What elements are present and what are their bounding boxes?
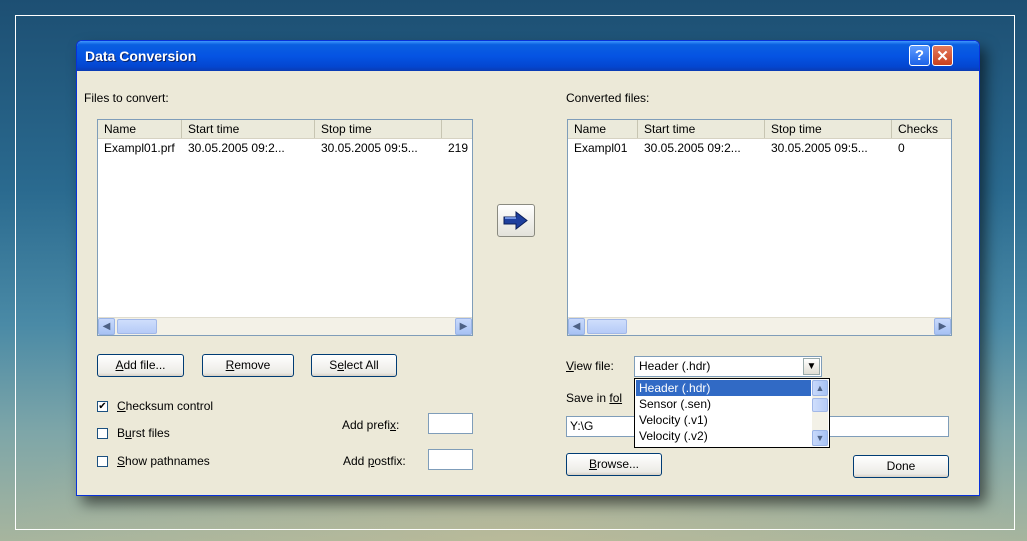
dropdown-option[interactable]: Header (.hdr) [636,380,811,396]
data-conversion-dialog: Data Conversion ? ✕ Files to convert: Na… [76,40,980,496]
column-header-name[interactable]: Name [98,120,182,138]
column-header-checks[interactable]: Checks [892,120,951,138]
view-file-value: Header (.hdr) [639,359,711,373]
scroll-thumb[interactable] [117,319,157,334]
checkbox-label: Burst files [117,426,170,440]
column-header-start-time[interactable]: Start time [182,120,315,138]
done-button[interactable]: Done [853,455,949,478]
checkbox-label: Checksum control [117,399,214,413]
add-file-button[interactable]: Add file... [97,354,184,377]
view-file-dropdown-list[interactable]: Header (.hdr) Sensor (.sen) Velocity (.v… [634,378,830,448]
dropdown-option[interactable]: Velocity (.v2) [636,428,811,444]
view-file-select[interactable]: Header (.hdr) ▼ [634,356,822,377]
column-header-extra[interactable] [442,120,472,138]
cell-name: Exampl01 [574,141,628,155]
list-header: Name Start time Stop time Checks [568,120,951,139]
window-title: Data Conversion [85,48,197,64]
dropdown-scrollbar[interactable]: ▲ ▼ [812,380,828,446]
horizontal-scrollbar[interactable]: ◀ ▶ [98,317,472,335]
list-header: Name Start time Stop time [98,120,472,139]
scroll-left-icon: ◀ [572,321,581,332]
scroll-thumb[interactable] [812,398,828,412]
chevron-down-icon: ▼ [815,433,825,443]
files-to-convert-label: Files to convert: [84,91,169,105]
cell-checks: 0 [898,141,905,155]
checkbox-box[interactable]: ✔ [97,401,108,412]
converted-files-list[interactable]: Name Start time Stop time Checks Exampl0… [567,119,952,336]
scroll-right-button[interactable]: ▶ [455,318,472,335]
convert-button[interactable] [497,204,535,237]
cell-name: Exampl01.prf [104,141,175,155]
scroll-right-icon: ▶ [938,321,947,332]
view-file-dropdown-button[interactable]: ▼ [803,358,820,375]
cell-stop-time: 30.05.2005 09:5... [321,141,418,155]
add-postfix-label: Add postfix: [343,454,406,468]
scroll-down-button[interactable]: ▼ [812,430,828,446]
checkbox-box[interactable] [97,456,108,467]
chevron-up-icon: ▲ [815,383,825,393]
arrow-right-icon [503,210,528,231]
remove-button[interactable]: Remove [202,354,294,377]
cell-start-time: 30.05.2005 09:2... [644,141,741,155]
cell-stop-time: 30.05.2005 09:5... [771,141,868,155]
view-file-label: View file: [566,359,614,373]
scroll-right-button[interactable]: ▶ [934,318,951,335]
column-header-stop-time[interactable]: Stop time [765,120,892,138]
add-postfix-input[interactable] [428,449,473,470]
title-bar[interactable]: Data Conversion ? ✕ [77,41,979,71]
column-header-name[interactable]: Name [568,120,638,138]
horizontal-scrollbar[interactable]: ◀ ▶ [568,317,951,335]
save-in-folder-label: Save in fol [566,391,623,405]
select-all-button[interactable]: Select All [311,354,397,377]
column-header-start-time[interactable]: Start time [638,120,765,138]
checkbox-label: Show pathnames [117,454,210,468]
checkbox-box[interactable] [97,428,108,439]
scroll-left-button[interactable]: ◀ [568,318,585,335]
add-prefix-input[interactable] [428,413,473,434]
help-icon: ? [914,47,925,64]
chevron-down-icon: ▼ [806,361,817,372]
scroll-left-icon: ◀ [102,321,111,332]
cell-extra: 219 [448,141,469,155]
add-prefix-label: Add prefix: [342,418,400,432]
scroll-thumb[interactable] [587,319,627,334]
converted-files-label: Converted files: [566,91,650,105]
scroll-right-icon: ▶ [459,321,468,332]
cell-start-time: 30.05.2005 09:2... [188,141,285,155]
close-icon: ✕ [936,47,949,65]
files-to-convert-list[interactable]: Name Start time Stop time Exampl01.prf 3… [97,119,473,336]
scroll-up-button[interactable]: ▲ [812,380,828,396]
scroll-left-button[interactable]: ◀ [98,318,115,335]
browse-button[interactable]: Browse... [566,453,662,476]
column-header-stop-time[interactable]: Stop time [315,120,442,138]
help-button[interactable]: ? [909,45,930,66]
dropdown-option[interactable]: Sensor (.sen) [636,396,811,412]
close-button[interactable]: ✕ [932,45,953,66]
dropdown-option[interactable]: Velocity (.v1) [636,412,811,428]
